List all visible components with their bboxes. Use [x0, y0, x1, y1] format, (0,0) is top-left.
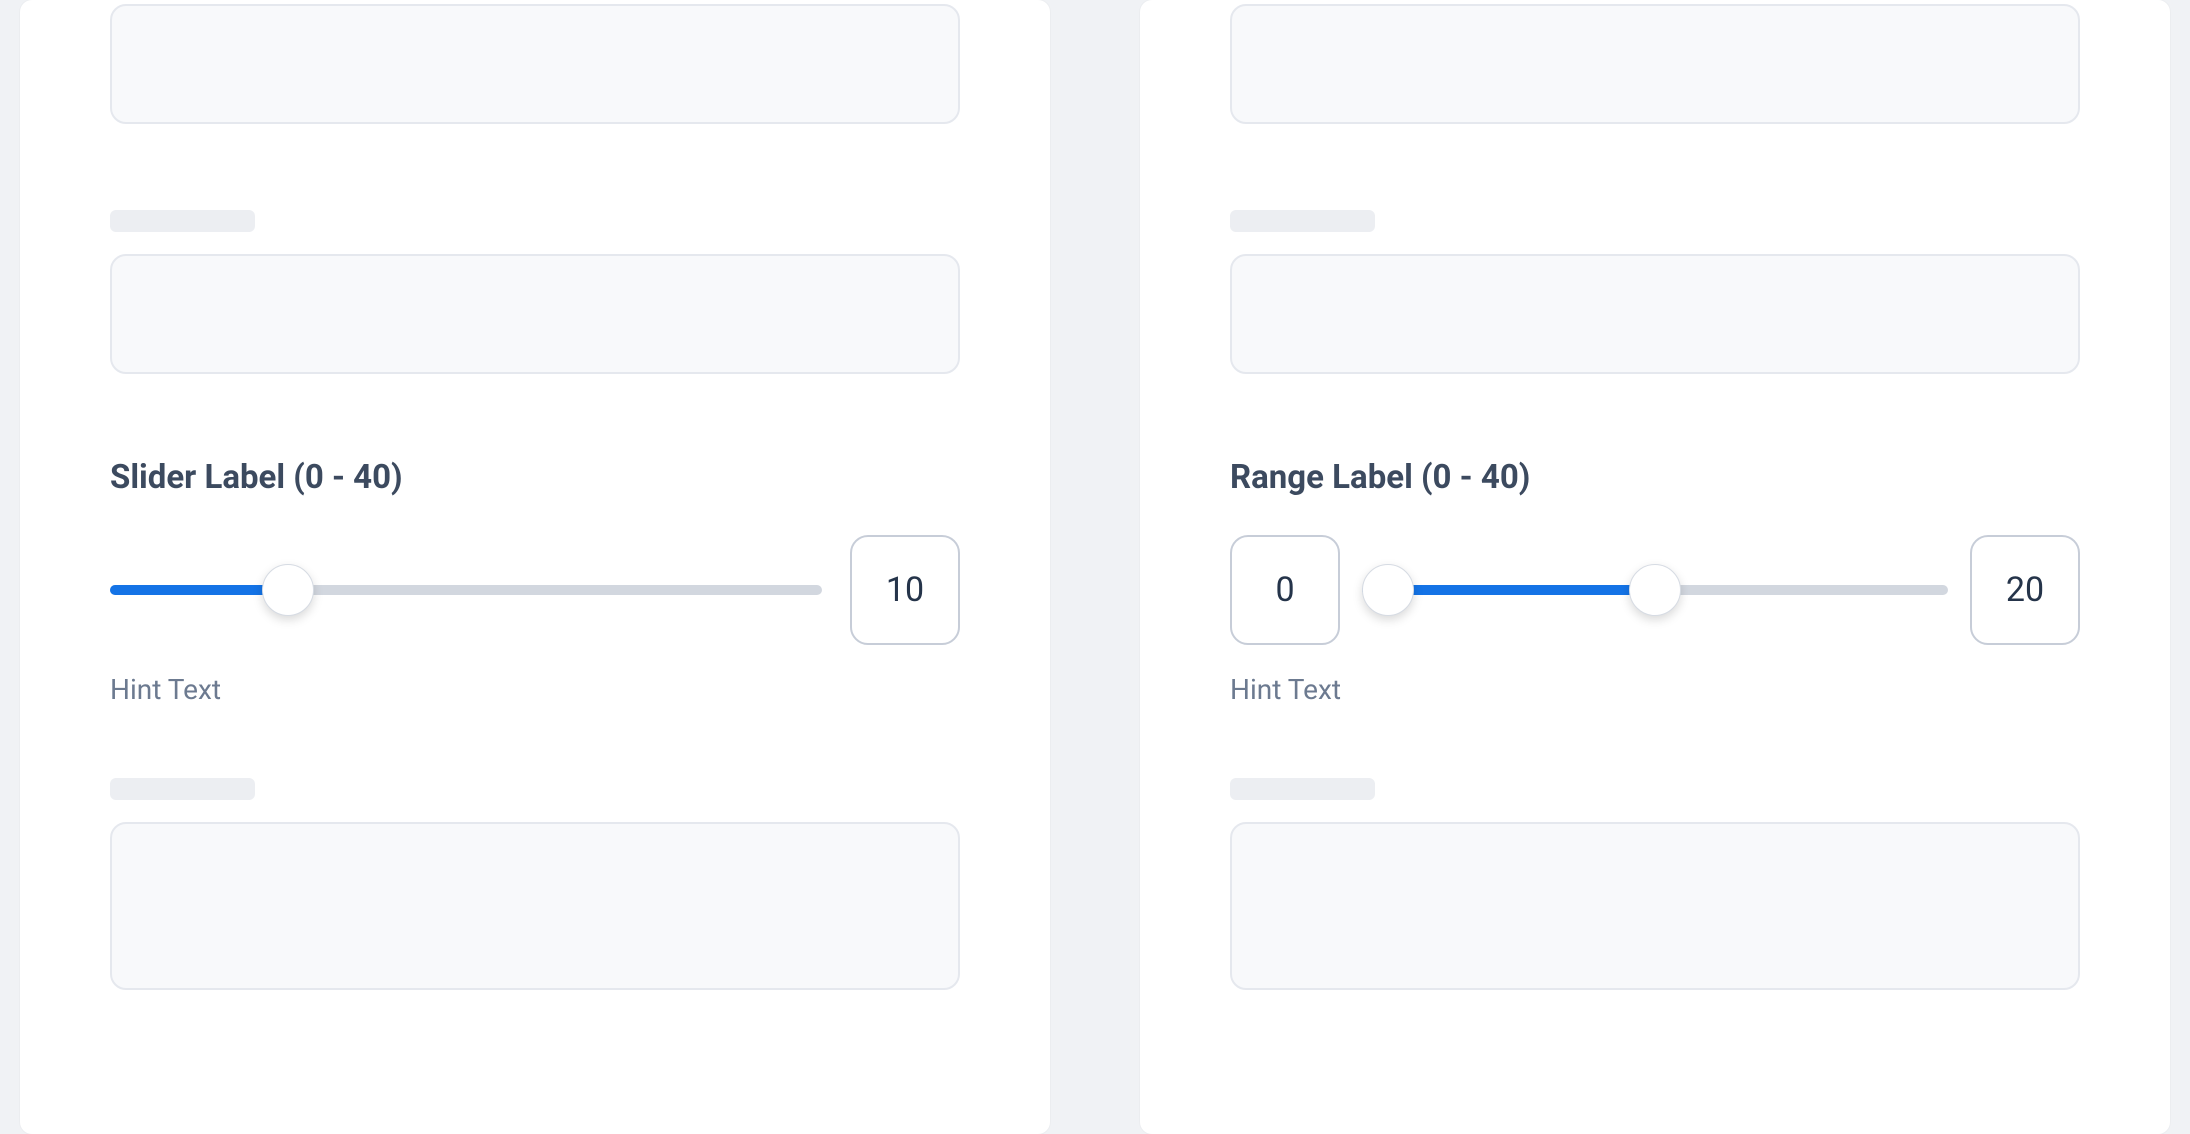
range-thumb-low[interactable] — [1362, 564, 1414, 616]
skeleton-label — [110, 210, 255, 232]
slider-thumb[interactable] — [262, 564, 314, 616]
range-high-input[interactable]: 20 — [1970, 535, 2080, 645]
skeleton-input — [1230, 4, 2080, 124]
placeholder-field-1 — [1230, 0, 2080, 124]
skeleton-label — [1230, 210, 1375, 232]
range-track[interactable] — [1362, 585, 1948, 595]
placeholder-field-3 — [110, 778, 960, 990]
placeholder-field-3 — [1230, 778, 2080, 990]
skeleton-input — [110, 4, 960, 124]
skeleton-label — [1230, 778, 1375, 800]
slider-control-row: 10 — [110, 535, 960, 645]
skeleton-input — [1230, 254, 2080, 374]
placeholder-field-1 — [110, 0, 960, 124]
preview-card-slider: Slider Label (0 - 40) 10 Hint Text — [20, 0, 1050, 1134]
slider-track[interactable] — [110, 585, 822, 595]
placeholder-field-2 — [110, 210, 960, 374]
skeleton-input — [110, 254, 960, 374]
range-label: Range Label (0 - 40) — [1230, 458, 2080, 497]
range-control-row: 0 20 — [1230, 535, 2080, 645]
range-low-input[interactable]: 0 — [1230, 535, 1340, 645]
slider-value-input[interactable]: 10 — [850, 535, 960, 645]
skeleton-label — [110, 778, 255, 800]
range-field: Range Label (0 - 40) 0 20 Hint Text — [1230, 430, 2080, 706]
slider-label: Slider Label (0 - 40) — [110, 458, 960, 497]
placeholder-field-2 — [1230, 210, 2080, 374]
skeleton-input — [110, 822, 960, 990]
range-thumb-high[interactable] — [1629, 564, 1681, 616]
slider-field: Slider Label (0 - 40) 10 Hint Text — [110, 430, 960, 706]
component-preview-stage: Slider Label (0 - 40) 10 Hint Text — [0, 0, 2190, 1134]
skeleton-input — [1230, 822, 2080, 990]
preview-card-range: Range Label (0 - 40) 0 20 Hint Text — [1140, 0, 2170, 1134]
slider-hint: Hint Text — [110, 673, 960, 706]
range-hint: Hint Text — [1230, 673, 2080, 706]
